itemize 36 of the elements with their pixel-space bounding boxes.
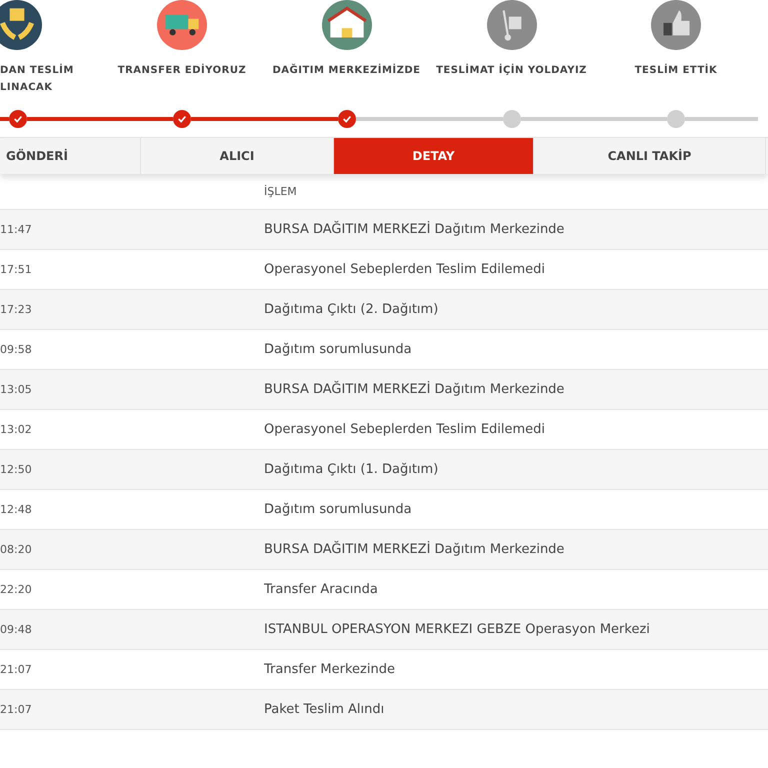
time-cell-text: 12:50 bbox=[0, 463, 33, 476]
action-cell: Paket Teslim Alındı bbox=[264, 702, 384, 717]
time-cell-text: 21:07 bbox=[0, 703, 33, 716]
time-cell-text: 12:48 bbox=[0, 503, 33, 516]
step-label: TESLİM ETTİK bbox=[634, 62, 718, 78]
action-cell: Operasyonel Sebeplerden Teslim Edilemedi bbox=[264, 262, 546, 277]
time-cell-text: 17:23 bbox=[0, 303, 33, 316]
time-cell-text: 13:02 bbox=[0, 423, 33, 436]
action-cell: Transfer Merkezinde bbox=[264, 662, 395, 677]
column-header: İŞLEM bbox=[264, 185, 297, 198]
tab[interactable]: GÖNDERİ bbox=[0, 138, 141, 174]
step-label: DAN TESLİM LINACAK bbox=[0, 62, 75, 95]
action-cell: ISTANBUL OPERASYON MERKEZI GEBZE Operasyon Merkezi bbox=[264, 622, 650, 637]
time-cell-text: 09:58 bbox=[0, 343, 33, 356]
tab[interactable]: ALICI bbox=[141, 138, 334, 174]
time-cell-text: 17:51 bbox=[0, 263, 33, 276]
action-cell: BURSA DAĞITIM MERKEZİ Dağıtım Merkezinde bbox=[264, 382, 564, 397]
action-cell: Dağıtıma Çıktı (2. Dağıtım) bbox=[264, 302, 438, 317]
time-cell-text: 21:07 bbox=[0, 663, 33, 676]
tab[interactable]: CANLI TAKİP bbox=[534, 138, 766, 174]
time-cell-text: 22:20 bbox=[0, 583, 33, 596]
action-cell: Dağıtıma Çıktı (1. Dağıtım) bbox=[264, 462, 438, 477]
tab[interactable]: DETAY bbox=[334, 138, 534, 174]
time-cell-text: 08:20 bbox=[0, 543, 33, 556]
time-cell-text: 09:48 bbox=[0, 623, 33, 636]
step-label: TESLİMAT İÇİN YOLDAYIZ bbox=[436, 62, 587, 78]
step-label: DAĞITIM MERKEZİMİZDE bbox=[272, 62, 421, 78]
step-label: TRANSFER EDİYORUZ bbox=[118, 62, 246, 78]
action-cell: Operasyonel Sebeplerden Teslim Edilemedi bbox=[264, 422, 546, 437]
time-cell-text: 13:05 bbox=[0, 383, 33, 396]
action-cell: Dağıtım sorumlusunda bbox=[264, 342, 412, 357]
action-cell: Dağıtım sorumlusunda bbox=[264, 502, 412, 517]
time-cell-text: 11:47 bbox=[0, 223, 33, 236]
action-cell: BURSA DAĞITIM MERKEZİ Dağıtım Merkezinde bbox=[264, 542, 564, 557]
action-cell: BURSA DAĞITIM MERKEZİ Dağıtım Merkezinde bbox=[264, 222, 564, 237]
action-cell: Transfer Aracında bbox=[264, 582, 378, 597]
